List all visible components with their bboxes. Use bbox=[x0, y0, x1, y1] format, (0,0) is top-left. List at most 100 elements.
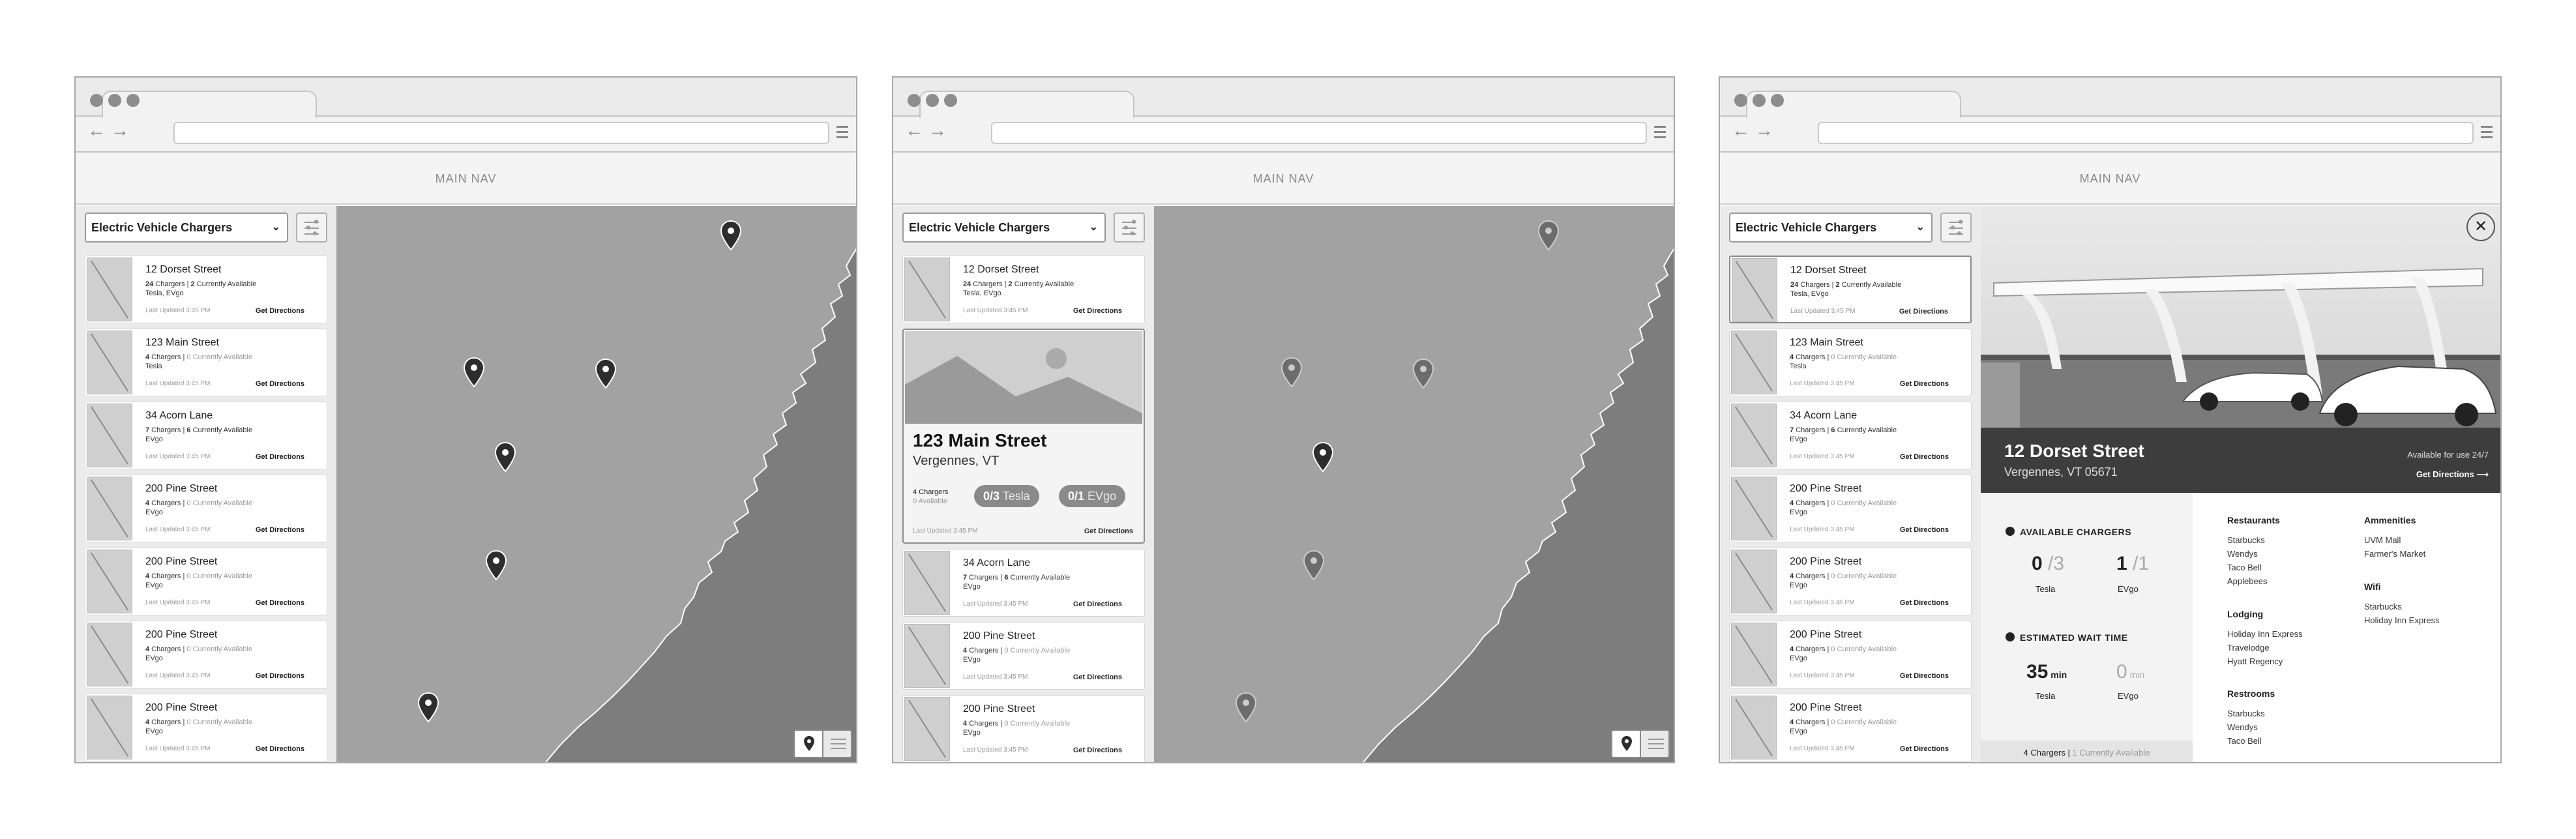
map-pin-icon[interactable] bbox=[417, 692, 439, 722]
expanded-charger-card[interactable]: 123 Main Street Vergennes, VT 4 Chargers… bbox=[902, 329, 1145, 544]
map-pin-icon[interactable] bbox=[1281, 357, 1303, 387]
close-icon[interactable]: ✕ bbox=[2466, 213, 2495, 241]
filter-sliders-button[interactable] bbox=[1940, 213, 1972, 243]
hamburger-menu-icon[interactable] bbox=[1654, 126, 1666, 139]
map-pin-icon[interactable] bbox=[1412, 359, 1434, 389]
charger-networks: EVgo bbox=[1790, 655, 1807, 662]
charger-list-item[interactable]: 200 Pine Street 4 Chargers | 0 Currently … bbox=[1729, 548, 1972, 615]
charger-list-item[interactable]: 200 Pine Street 4 Chargers | 0 Currently … bbox=[1729, 475, 1972, 542]
map[interactable] bbox=[336, 206, 856, 762]
charger-counts: 4 Chargers | 0 Currently Available bbox=[1790, 645, 1897, 653]
window-close-dot[interactable] bbox=[90, 94, 103, 107]
get-directions-link[interactable]: Get Directions bbox=[256, 745, 304, 753]
back-arrow-icon[interactable]: ← bbox=[1732, 121, 1750, 140]
window-close-dot[interactable] bbox=[1734, 94, 1747, 107]
get-directions-link[interactable]: Get Directions bbox=[256, 453, 304, 461]
forward-arrow-icon[interactable]: → bbox=[111, 121, 129, 140]
charger-list-item[interactable]: 200 Pine Street 4 Chargers | 0 Currently … bbox=[902, 695, 1145, 762]
back-arrow-icon[interactable]: ← bbox=[905, 121, 923, 140]
get-directions-link[interactable]: Get Directions bbox=[256, 672, 304, 680]
get-directions-link[interactable]: Get Directions bbox=[1084, 527, 1133, 535]
map[interactable] bbox=[1154, 206, 1674, 762]
charger-list-item[interactable]: 200 Pine Street 4 Chargers | 0 Currently … bbox=[1729, 621, 1972, 688]
map-view-button[interactable] bbox=[1612, 731, 1641, 757]
charger-list-item[interactable]: 200 Pine Street 4 Chargers | 0 Currently … bbox=[85, 621, 327, 688]
get-directions-link[interactable]: Get Directions bbox=[1073, 673, 1122, 681]
charger-list-item[interactable]: 200 Pine Street 4 Chargers | 0 Currently … bbox=[902, 622, 1145, 690]
map-pin-icon[interactable] bbox=[595, 359, 617, 389]
get-directions-link[interactable]: Get Directions bbox=[256, 526, 304, 534]
get-directions-link[interactable]: Get Directions bbox=[1900, 380, 1949, 388]
forward-arrow-icon[interactable]: → bbox=[1755, 121, 1773, 140]
get-directions-link[interactable]: Get Directions bbox=[1073, 600, 1122, 608]
charger-type-select[interactable]: Electric Vehicle Chargers ⌄ bbox=[902, 213, 1106, 243]
filter-sliders-button[interactable] bbox=[1114, 213, 1145, 243]
tab-strip bbox=[1720, 78, 2500, 118]
charger-address: 12 Dorset Street bbox=[145, 264, 222, 275]
thumbnail-placeholder bbox=[1731, 623, 1777, 686]
list-view-button[interactable] bbox=[1642, 731, 1668, 757]
back-arrow-icon[interactable]: ← bbox=[87, 121, 106, 140]
charger-list-item[interactable]: 34 Acorn Lane 7 Chargers | 6 Currently Av… bbox=[1729, 402, 1972, 469]
map-pin-icon[interactable] bbox=[720, 220, 742, 250]
window-maximize-dot[interactable] bbox=[1771, 94, 1784, 107]
map-pin-icon[interactable] bbox=[494, 442, 516, 472]
charger-list-item[interactable]: 200 Pine Street 4 Chargers | 0 Currently … bbox=[1729, 694, 1972, 761]
window-minimize-dot[interactable] bbox=[926, 94, 939, 107]
charger-counts: 24 Chargers | 2 Currently Available bbox=[145, 280, 256, 288]
get-directions-link[interactable]: Get Directions bbox=[1899, 308, 1948, 316]
charger-list-item[interactable]: 12 Dorset Street 24 Chargers | 2 Currentl… bbox=[1729, 256, 1972, 323]
get-directions-link[interactable]: Get Directions bbox=[256, 380, 304, 388]
charger-list-item[interactable]: 123 Main Street 4 Chargers | 0 Currently … bbox=[85, 329, 327, 396]
window-minimize-dot[interactable] bbox=[1753, 94, 1766, 107]
last-updated: Last Updated 3:45 PM bbox=[963, 600, 1028, 608]
list-view-button[interactable] bbox=[825, 731, 851, 757]
get-directions-link[interactable]: Get Directions bbox=[1073, 307, 1122, 315]
window-close-dot[interactable] bbox=[908, 94, 921, 107]
charger-networks: EVgo bbox=[963, 656, 981, 664]
address-bar[interactable] bbox=[991, 122, 1647, 144]
get-directions-link[interactable]: Get Directions bbox=[1900, 599, 1949, 607]
charger-list-item[interactable]: 12 Dorset Street 24 Chargers | 2 Currentl… bbox=[85, 256, 327, 323]
map-pin-icon[interactable] bbox=[463, 357, 485, 387]
map-view-button[interactable] bbox=[795, 731, 823, 757]
selected-map-pin-icon[interactable] bbox=[1312, 442, 1334, 472]
charger-list-item[interactable]: 34 Acorn Lane 7 Chargers | 6 Currently Av… bbox=[85, 402, 327, 469]
hamburger-menu-icon[interactable] bbox=[2481, 126, 2493, 139]
thumbnail-placeholder bbox=[1731, 404, 1777, 467]
get-directions-link[interactable]: Get Directions bbox=[1900, 672, 1949, 680]
charger-list-item[interactable]: 34 Acorn Lane 7 Chargers | 6 Currently Av… bbox=[902, 549, 1145, 617]
charger-list-item[interactable]: 200 Pine Street 4 Chargers | 0 Currently … bbox=[85, 694, 327, 761]
hamburger-menu-icon[interactable] bbox=[836, 126, 848, 139]
browser-chrome: ← → bbox=[1720, 78, 2500, 153]
get-directions-link[interactable]: Get Directions bbox=[1900, 526, 1949, 534]
charger-list-item[interactable]: 12 Dorset Street 24 Chargers | 2 Currentl… bbox=[902, 256, 1145, 323]
map-pin-icon[interactable] bbox=[1537, 220, 1560, 250]
address-bar[interactable] bbox=[1818, 122, 2474, 144]
tesla-label: Tesla bbox=[2036, 584, 2056, 594]
map-pin-icon[interactable] bbox=[485, 550, 507, 580]
window-maximize-dot[interactable] bbox=[126, 94, 140, 107]
charger-list-item[interactable]: 200 Pine Street 4 Chargers | 0 Currently … bbox=[85, 475, 327, 542]
available-label: Currently Available bbox=[1008, 647, 1071, 655]
get-directions-link[interactable]: Get Directions bbox=[256, 307, 304, 315]
window-minimize-dot[interactable] bbox=[108, 94, 121, 107]
charger-list-item[interactable]: 123 Main Street 4 Chargers | 0 Currently … bbox=[1729, 329, 1972, 396]
get-directions-link[interactable]: Get Directions bbox=[1900, 745, 1949, 753]
forward-arrow-icon[interactable]: → bbox=[928, 121, 947, 140]
thumbnail-placeholder bbox=[87, 477, 132, 540]
window-maximize-dot[interactable] bbox=[944, 94, 957, 107]
wifi-list: Starbucks Holiday Inn Express bbox=[2364, 600, 2440, 627]
charger-counts: 4 Chargers | 0 Currently Available bbox=[1790, 499, 1897, 507]
charger-list-item[interactable]: 200 Pine Street 4 Chargers | 0 Currently … bbox=[85, 548, 327, 615]
get-directions-link[interactable]: Get Directions bbox=[1073, 746, 1122, 754]
charger-type-select[interactable]: Electric Vehicle Chargers ⌄ bbox=[1729, 213, 1932, 243]
get-directions-link[interactable]: Get Directions bbox=[256, 599, 304, 607]
get-directions-link[interactable]: Get Directions bbox=[1900, 453, 1949, 461]
address-bar[interactable] bbox=[173, 122, 829, 144]
filter-sliders-button[interactable] bbox=[296, 213, 327, 243]
charger-type-select[interactable]: Electric Vehicle Chargers ⌄ bbox=[85, 213, 288, 243]
detail-get-directions-link[interactable]: Get Directions ⟶ bbox=[2416, 469, 2489, 480]
map-pin-icon[interactable] bbox=[1303, 550, 1325, 580]
map-pin-icon[interactable] bbox=[1235, 692, 1257, 722]
